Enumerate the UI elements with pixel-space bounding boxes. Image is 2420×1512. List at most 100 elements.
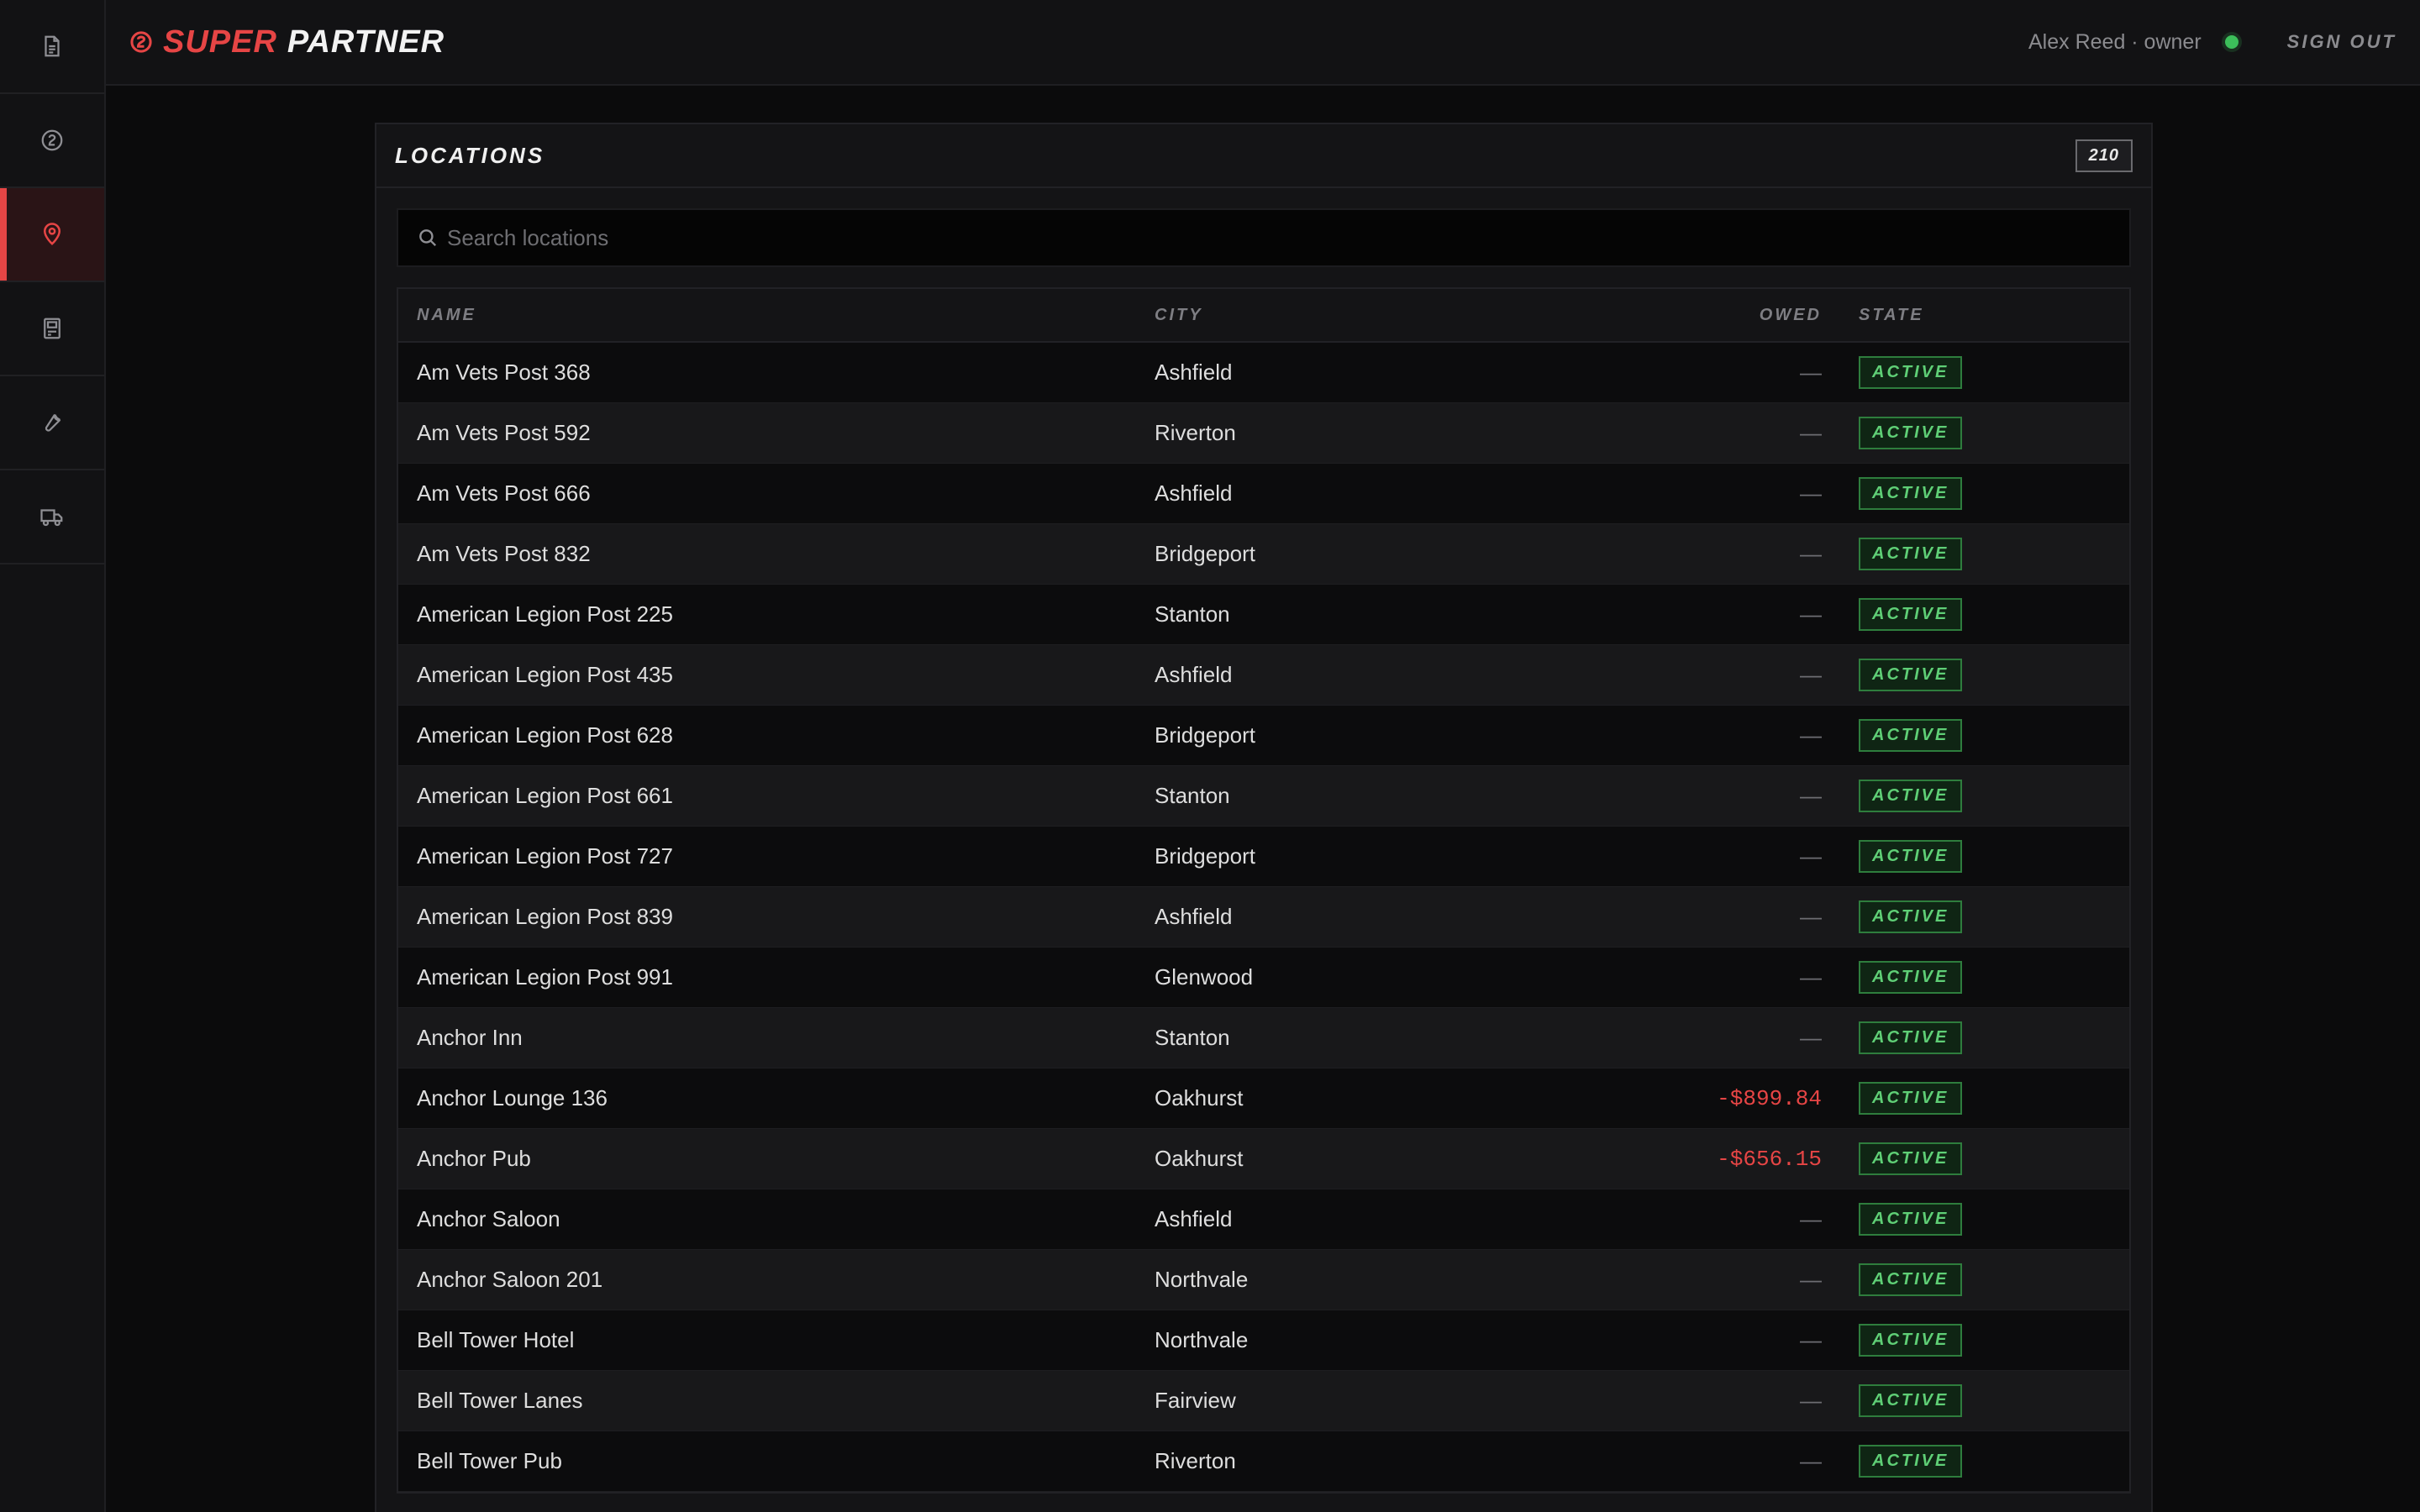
table-row[interactable]: Am Vets Post 666 Ashfield — ACTIVE <box>398 464 2129 524</box>
column-header-owed[interactable]: OWED <box>1608 306 1822 325</box>
table-row[interactable]: Anchor Inn Stanton — ACTIVE <box>398 1008 2129 1068</box>
column-header-state[interactable]: STATE <box>1822 306 1924 325</box>
location-owed: — <box>1800 1388 1822 1413</box>
location-state-cell: ACTIVE <box>1822 356 1963 389</box>
table-row[interactable]: Bell Tower Hotel Northvale — ACTIVE <box>398 1310 2129 1371</box>
status-badge: ACTIVE <box>1859 477 1963 510</box>
location-owed: — <box>1800 1327 1822 1352</box>
location-city: Bridgeport <box>1155 843 1255 869</box>
app: SUPER PARTNER Alex Reed · owner SIGN OUT… <box>0 0 2420 1512</box>
table-row[interactable]: American Legion Post 628 Bridgeport — ACTIV… <box>398 706 2129 766</box>
coin-icon <box>41 129 63 151</box>
status-badge: ACTIVE <box>1859 900 1963 933</box>
location-city: Bridgeport <box>1155 722 1255 748</box>
location-owed: — <box>1800 360 1822 385</box>
location-city: Glenwood <box>1155 964 1254 990</box>
sidebar-item-routes[interactable] <box>0 470 104 564</box>
table-row[interactable]: Am Vets Post 832 Bridgeport — ACTIVE <box>398 524 2129 585</box>
table-row[interactable]: American Legion Post 225 Stanton — ACTIVE <box>398 585 2129 645</box>
online-status-icon <box>2224 35 2238 49</box>
table-row[interactable]: American Legion Post 839 Ashfield — ACTIVE <box>398 887 2129 948</box>
column-header-name[interactable]: NAME <box>398 306 1155 325</box>
brand-name-partner: PARTNER <box>287 24 445 60</box>
location-city: Oakhurst <box>1155 1085 1244 1110</box>
sidebar-item-documents[interactable] <box>0 0 104 94</box>
location-owed: — <box>1800 843 1822 869</box>
location-owed: — <box>1800 480 1822 506</box>
location-name: American Legion Post 991 <box>417 964 673 990</box>
location-state-cell: ACTIVE <box>1822 900 1963 933</box>
user-label: Alex Reed · owner <box>2028 29 2202 54</box>
location-name: American Legion Post 435 <box>417 662 673 687</box>
document-icon <box>45 35 60 57</box>
location-state-cell: ACTIVE <box>1822 780 1963 812</box>
status-badge: ACTIVE <box>1859 1021 1963 1054</box>
location-name: American Legion Post 225 <box>417 601 673 627</box>
location-name: Am Vets Post 368 <box>417 360 591 385</box>
brand-mark-icon <box>129 30 153 54</box>
location-state-cell: ACTIVE <box>1822 477 1963 510</box>
location-city: Stanton <box>1155 601 1230 627</box>
sidebar-item-machines[interactable] <box>0 282 104 376</box>
status-badge: ACTIVE <box>1859 417 1963 449</box>
table-row[interactable]: Anchor Lounge 136 Oakhurst -$899.84 ACTIVE <box>398 1068 2129 1129</box>
location-owed: — <box>1800 722 1822 748</box>
location-city: Ashfield <box>1155 1206 1233 1231</box>
location-state-cell: ACTIVE <box>1822 1384 1963 1417</box>
table-row[interactable]: Bell Tower Pub Riverton — ACTIVE <box>398 1431 2129 1492</box>
location-name: Bell Tower Hotel <box>417 1327 575 1352</box>
location-owed: — <box>1800 420 1822 445</box>
table-row[interactable]: American Legion Post 991 Glenwood — ACTIVE <box>398 948 2129 1008</box>
column-header-city[interactable]: CITY <box>1155 306 1608 325</box>
sidebar <box>0 0 106 1512</box>
status-badge: ACTIVE <box>1859 1445 1963 1478</box>
location-state-cell: ACTIVE <box>1822 417 1963 449</box>
location-owed: — <box>1800 1267 1822 1292</box>
location-state-cell: ACTIVE <box>1822 1445 1963 1478</box>
location-state-cell: ACTIVE <box>1822 1021 1963 1054</box>
user-area: Alex Reed · owner SIGN OUT <box>2028 30 2396 55</box>
location-city: Riverton <box>1155 1448 1236 1473</box>
table-row[interactable]: American Legion Post 727 Bridgeport — ACTIV… <box>398 827 2129 887</box>
table-row[interactable]: American Legion Post 435 Ashfield — ACTIVE <box>398 645 2129 706</box>
search-input[interactable] <box>447 224 2111 251</box>
status-badge: ACTIVE <box>1859 1082 1963 1115</box>
sidebar-item-payments[interactable] <box>0 94 104 188</box>
location-city: Riverton <box>1155 420 1236 445</box>
table-row[interactable]: Am Vets Post 368 Ashfield — ACTIVE <box>398 343 2129 403</box>
brand-logo[interactable]: SUPER PARTNER <box>129 24 445 60</box>
sidebar-item-locations[interactable] <box>0 188 104 282</box>
location-state-cell: ACTIVE <box>1822 598 1963 631</box>
top-bar: SUPER PARTNER Alex Reed · owner SIGN OUT <box>106 0 2420 86</box>
status-badge: ACTIVE <box>1859 840 1963 873</box>
status-badge: ACTIVE <box>1859 1203 1963 1236</box>
sign-out-button[interactable]: SIGN OUT <box>2287 31 2396 53</box>
table-row[interactable]: Am Vets Post 592 Riverton — ACTIVE <box>398 403 2129 464</box>
table-row[interactable]: Anchor Pub Oakhurst -$656.15 ACTIVE <box>398 1129 2129 1189</box>
wrench-icon <box>45 414 61 432</box>
count-badge: 210 <box>2075 139 2133 172</box>
sidebar-item-service[interactable] <box>0 376 104 470</box>
table-row[interactable]: Anchor Saloon Ashfield — ACTIVE <box>398 1189 2129 1250</box>
location-state-cell: ACTIVE <box>1822 659 1963 691</box>
location-state-cell: ACTIVE <box>1822 1324 1963 1357</box>
page-title: LOCATIONS <box>395 142 545 168</box>
location-name: Anchor Saloon 201 <box>417 1267 603 1292</box>
location-name: Am Vets Post 666 <box>417 480 591 506</box>
location-state-cell: ACTIVE <box>1822 1203 1963 1236</box>
truck-icon <box>40 509 63 527</box>
map-pin-icon <box>43 223 61 245</box>
location-state-cell: ACTIVE <box>1822 1082 1963 1115</box>
locations-table: NAME CITY OWED STATE Am Vets Post 368 Ash… <box>397 287 2131 1494</box>
table-row[interactable]: Anchor Saloon 201 Northvale — ACTIVE <box>398 1250 2129 1310</box>
location-city: Ashfield <box>1155 480 1233 506</box>
location-name: American Legion Post 628 <box>417 722 673 748</box>
location-owed: — <box>1800 541 1822 566</box>
location-owed: -$899.84 <box>1717 1085 1822 1111</box>
location-name: American Legion Post 839 <box>417 904 673 929</box>
status-badge: ACTIVE <box>1859 1263 1963 1296</box>
location-city: Stanton <box>1155 783 1230 808</box>
status-badge: ACTIVE <box>1859 356 1963 389</box>
table-row[interactable]: American Legion Post 661 Stanton — ACTIVE <box>398 766 2129 827</box>
table-row[interactable]: Bell Tower Lanes Fairview — ACTIVE <box>398 1371 2129 1431</box>
